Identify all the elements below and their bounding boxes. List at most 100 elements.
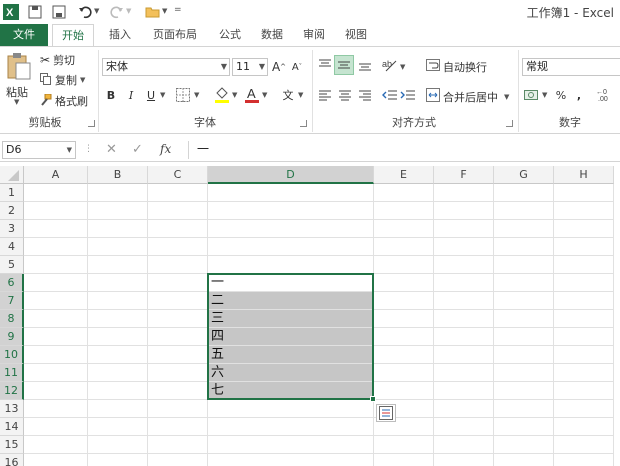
cell-a7[interactable] — [24, 292, 88, 310]
cell-g12[interactable] — [494, 382, 554, 400]
cell-d14[interactable] — [208, 418, 374, 436]
row-header-1[interactable]: 1 — [0, 184, 24, 202]
save-icon[interactable] — [26, 3, 44, 21]
cell-a15[interactable] — [24, 436, 88, 454]
cancel-entry-button[interactable]: ✕ — [106, 142, 117, 157]
cell-f10[interactable] — [434, 346, 494, 364]
name-box[interactable]: D6 ▼ — [2, 141, 76, 159]
cell-c13[interactable] — [148, 400, 208, 418]
cell-h14[interactable] — [554, 418, 614, 436]
cell-c12[interactable] — [148, 382, 208, 400]
cell-b4[interactable] — [88, 238, 148, 256]
cell-b13[interactable] — [88, 400, 148, 418]
cell-a3[interactable] — [24, 220, 88, 238]
cell-c3[interactable] — [148, 220, 208, 238]
row-header-2[interactable]: 2 — [0, 202, 24, 220]
fill-handle[interactable] — [370, 396, 376, 402]
customize-qat-icon[interactable]: = — [174, 5, 182, 15]
cell-f1[interactable] — [434, 184, 494, 202]
cell-g5[interactable] — [494, 256, 554, 274]
bold-button[interactable]: B — [104, 86, 118, 104]
open-dropdown-icon[interactable]: ▼ — [162, 7, 167, 15]
cell-d13[interactable] — [208, 400, 374, 418]
cell-c8[interactable] — [148, 310, 208, 328]
cell-a9[interactable] — [24, 328, 88, 346]
cell-f4[interactable] — [434, 238, 494, 256]
formula-input[interactable]: 一 — [188, 141, 620, 159]
cell-f16[interactable] — [434, 454, 494, 466]
cell-e15[interactable] — [374, 436, 434, 454]
cell-a11[interactable] — [24, 364, 88, 382]
cell-h10[interactable] — [554, 346, 614, 364]
decrease-indent-icon[interactable] — [382, 89, 398, 104]
italic-button[interactable]: I — [124, 86, 138, 104]
cell-b1[interactable] — [88, 184, 148, 202]
number-format-combo[interactable]: 常规 — [522, 58, 620, 76]
top-align-icon[interactable] — [318, 58, 332, 75]
align-right-icon[interactable] — [358, 89, 372, 104]
font-color-icon[interactable]: A — [244, 86, 260, 107]
row-header-15[interactable]: 15 — [0, 436, 24, 454]
phonetic-guide-button[interactable]: 文 — [280, 86, 296, 104]
redo-icon[interactable] — [108, 3, 126, 21]
row-header-12[interactable]: 12 — [0, 382, 24, 400]
percent-style-button[interactable]: % — [554, 86, 568, 104]
cell-e3[interactable] — [374, 220, 434, 238]
cell-b10[interactable] — [88, 346, 148, 364]
orientation-icon[interactable]: ab — [382, 57, 398, 76]
cell-g11[interactable] — [494, 364, 554, 382]
enter-button[interactable]: ✓ — [132, 142, 143, 157]
cell-h3[interactable] — [554, 220, 614, 238]
cell-h1[interactable] — [554, 184, 614, 202]
cell-h4[interactable] — [554, 238, 614, 256]
cell-h2[interactable] — [554, 202, 614, 220]
cell-h13[interactable] — [554, 400, 614, 418]
cell-f9[interactable] — [434, 328, 494, 346]
cell-f6[interactable] — [434, 274, 494, 292]
redo-dropdown-icon[interactable]: ▼ — [126, 7, 131, 15]
cell-f8[interactable] — [434, 310, 494, 328]
cell-h16[interactable] — [554, 454, 614, 466]
copy-dropdown-icon[interactable]: ▼ — [80, 76, 85, 84]
cut-button[interactable]: ✂ 剪切 — [40, 52, 75, 68]
cell-c10[interactable] — [148, 346, 208, 364]
undo-dropdown-icon[interactable]: ▼ — [94, 7, 99, 15]
cell-h12[interactable] — [554, 382, 614, 400]
increase-decimal-icon[interactable]: ←0.00 — [596, 87, 616, 104]
cell-a12[interactable] — [24, 382, 88, 400]
cell-a8[interactable] — [24, 310, 88, 328]
cell-d2[interactable] — [208, 202, 374, 220]
cell-b11[interactable] — [88, 364, 148, 382]
accounting-dropdown-icon[interactable]: ▼ — [542, 91, 547, 99]
worksheet-grid[interactable]: ABCDEFGH 1 2 3 4 5 6 7 8 9 10 11 12 13 14 15 16 一二三四五六七 — [0, 166, 620, 466]
column-header-b[interactable]: B — [88, 166, 148, 184]
column-header-e[interactable]: E — [374, 166, 434, 184]
cell-f2[interactable] — [434, 202, 494, 220]
copy-button[interactable]: 复制 ▼ — [40, 72, 85, 88]
select-all-button[interactable] — [0, 166, 24, 184]
cell-a6[interactable] — [24, 274, 88, 292]
cell-a4[interactable] — [24, 238, 88, 256]
cell-g14[interactable] — [494, 418, 554, 436]
cell-b8[interactable] — [88, 310, 148, 328]
cell-e6[interactable] — [374, 274, 434, 292]
font-name-combo[interactable]: 宋体 ▼ — [102, 58, 230, 76]
cell-c15[interactable] — [148, 436, 208, 454]
column-header-c[interactable]: C — [148, 166, 208, 184]
cell-g16[interactable] — [494, 454, 554, 466]
cell-g3[interactable] — [494, 220, 554, 238]
cell-b9[interactable] — [88, 328, 148, 346]
row-header-8[interactable]: 8 — [0, 310, 24, 328]
font-launcher-icon[interactable] — [300, 120, 307, 127]
underline-button[interactable]: U — [144, 86, 158, 104]
row-header-3[interactable]: 3 — [0, 220, 24, 238]
cell-b12[interactable] — [88, 382, 148, 400]
row-header-16[interactable]: 16 — [0, 454, 24, 466]
clipboard-launcher-icon[interactable] — [88, 120, 95, 127]
cell-h7[interactable] — [554, 292, 614, 310]
cell-f7[interactable] — [434, 292, 494, 310]
fill-color-icon[interactable] — [214, 86, 230, 107]
cell-f15[interactable] — [434, 436, 494, 454]
column-header-f[interactable]: F — [434, 166, 494, 184]
row-header-10[interactable]: 10 — [0, 346, 24, 364]
